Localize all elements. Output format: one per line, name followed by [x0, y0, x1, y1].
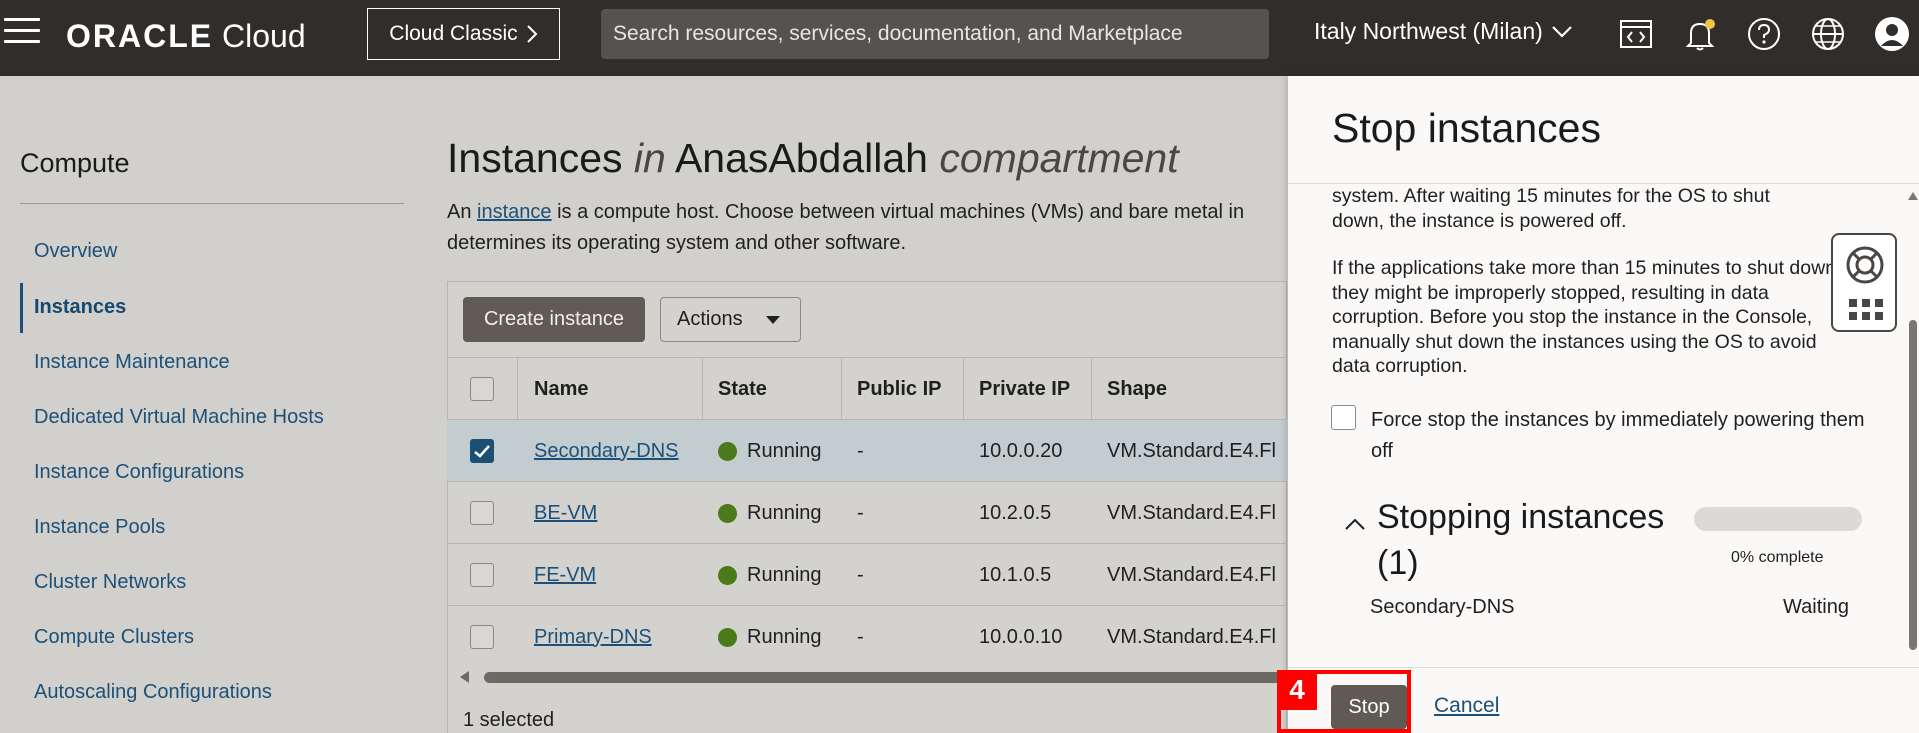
drawer-title: Stop instances	[1332, 105, 1601, 151]
scroll-up-arrow-icon[interactable]	[1908, 192, 1918, 200]
top-bar: ORACLE Cloud Cloud Classic Italy Northwe…	[0, 0, 1919, 76]
table-row[interactable]: Secondary-DNS Running - 10.0.0.20 VM.Sta…	[447, 419, 1287, 481]
actions-label: Actions	[677, 308, 743, 330]
table-row[interactable]: BE-VM Running - 10.2.0.5 VM.Standard.E4.…	[447, 481, 1287, 543]
page-description: An instance is a compute host. Choose be…	[447, 201, 1245, 254]
drawer-vertical-scrollbar[interactable]	[1906, 190, 1919, 660]
region-label: Italy Northwest (Milan)	[1314, 18, 1543, 44]
column-header-name[interactable]: Name	[534, 358, 588, 420]
region-selector[interactable]: Italy Northwest (Milan)	[1314, 18, 1573, 45]
cloud-classic-label: Cloud Classic	[389, 22, 518, 45]
help-icon[interactable]	[1744, 14, 1784, 54]
annotation-step-number: 4	[1277, 670, 1317, 710]
instance-public-ip: -	[857, 563, 864, 586]
drawer-paragraph-2: If the applications take more than 15 mi…	[1332, 257, 1842, 377]
sidebar-item-dedicated-vm-hosts[interactable]: Dedicated Virtual Machine Hosts	[34, 406, 324, 429]
instance-name-link[interactable]: FE-VM	[534, 564, 596, 587]
scroll-left-arrow-icon[interactable]	[460, 671, 469, 683]
running-status-icon	[718, 441, 737, 461]
row-checkbox[interactable]	[470, 501, 494, 525]
selected-count: 1 selected	[463, 709, 555, 731]
instance-private-ip: 10.1.0.5	[979, 563, 1052, 586]
cloud-classic-button[interactable]: Cloud Classic	[367, 8, 560, 60]
select-all-checkbox[interactable]	[470, 377, 494, 401]
stopping-instances-title: Stopping instances (1)	[1377, 498, 1665, 582]
running-status-icon	[718, 565, 737, 585]
sidebar-item-instances[interactable]: Instances	[34, 296, 126, 319]
instance-private-ip: 10.2.0.5	[979, 501, 1052, 524]
progress-bar	[1694, 507, 1862, 531]
collapse-chevron-up-icon[interactable]	[1343, 512, 1367, 536]
column-header-shape[interactable]: Shape	[1107, 358, 1167, 420]
row-checkbox-checked[interactable]	[470, 439, 494, 463]
stopping-instance-status: Waiting	[1783, 596, 1849, 618]
instance-public-ip: -	[857, 625, 864, 648]
instance-private-ip: 10.0.0.10	[979, 625, 1063, 648]
sidebar-item-autoscaling-configurations[interactable]: Autoscaling Configurations	[34, 681, 272, 704]
sidebar-item-instance-configurations[interactable]: Instance Configurations	[34, 461, 244, 484]
scrollbar-thumb[interactable]	[1909, 320, 1917, 650]
instance-name-link[interactable]: BE-VM	[534, 502, 597, 525]
force-stop-label[interactable]: Force stop the instances by immediately …	[1371, 405, 1891, 467]
table-row[interactable]: Primary-DNS Running - 10.0.0.10 VM.Stand…	[447, 605, 1287, 667]
sidebar-title: Compute	[20, 148, 130, 178]
instance-public-ip: -	[857, 501, 864, 524]
sidebar-item-instance-pools[interactable]: Instance Pools	[34, 516, 165, 539]
instance-shape: VM.Standard.E4.Fl	[1107, 439, 1276, 462]
instance-doc-link[interactable]: instance	[477, 201, 552, 223]
hamburger-menu-icon[interactable]	[4, 18, 40, 46]
create-instance-button[interactable]: Create instance	[463, 297, 645, 342]
developer-tools-icon[interactable]	[1616, 14, 1656, 54]
apps-grid-icon	[1849, 299, 1883, 320]
caret-down-icon	[766, 315, 780, 324]
notifications-bell-icon[interactable]	[1680, 14, 1720, 54]
checkmark-icon	[474, 444, 490, 458]
instance-shape: VM.Standard.E4.Fl	[1107, 563, 1276, 586]
column-header-private-ip[interactable]: Private IP	[979, 358, 1070, 420]
sidebar-item-instance-maintenance[interactable]: Instance Maintenance	[34, 351, 230, 374]
column-header-state[interactable]: State	[718, 358, 767, 420]
sidebar-item-compute-clusters[interactable]: Compute Clusters	[34, 626, 194, 649]
instance-name-link[interactable]: Secondary-DNS	[534, 440, 679, 463]
instance-name-link[interactable]: Primary-DNS	[534, 626, 652, 649]
table-header-row: Name State Public IP Private IP Shape	[447, 357, 1287, 420]
instance-state: Running	[747, 563, 822, 586]
instance-shape: VM.Standard.E4.Fl	[1107, 501, 1276, 524]
chevron-right-icon	[526, 25, 538, 43]
page-title: Instances in AnasAbdallah compartment	[447, 135, 1179, 181]
lifebuoy-icon	[1846, 246, 1884, 284]
cancel-link[interactable]: Cancel	[1434, 694, 1499, 718]
oracle-cloud-logo[interactable]: ORACLE Cloud	[66, 18, 306, 55]
instance-state: Running	[747, 439, 822, 462]
instance-state: Running	[747, 501, 822, 524]
search-input[interactable]	[601, 9, 1269, 59]
actions-dropdown[interactable]: Actions	[660, 297, 801, 342]
running-status-icon	[718, 503, 737, 523]
scrollbar-thumb[interactable]	[484, 672, 1287, 683]
row-checkbox[interactable]	[470, 563, 494, 587]
chevron-down-icon	[1552, 25, 1572, 38]
user-profile-icon[interactable]	[1872, 14, 1912, 54]
force-stop-checkbox[interactable]	[1331, 405, 1356, 430]
instance-private-ip: 10.0.0.20	[979, 439, 1063, 462]
instance-shape: VM.Standard.E4.Fl	[1107, 625, 1276, 648]
sidebar-item-cluster-networks[interactable]: Cluster Networks	[34, 571, 186, 594]
table-row[interactable]: FE-VM Running - 10.1.0.5 VM.Standard.E4.…	[447, 543, 1287, 605]
language-globe-icon[interactable]	[1808, 14, 1848, 54]
running-status-icon	[718, 627, 737, 647]
sidebar-item-overview[interactable]: Overview	[34, 240, 117, 263]
active-nav-indicator	[20, 283, 23, 333]
row-checkbox[interactable]	[470, 625, 494, 649]
help-support-widget[interactable]	[1831, 233, 1897, 332]
table-horizontal-scrollbar[interactable]	[460, 671, 1287, 683]
drawer-paragraph-1: system. After waiting 15 minutes for the…	[1332, 185, 1770, 232]
sidebar-divider	[20, 203, 404, 204]
progress-text: 0% complete	[1731, 549, 1824, 566]
column-header-public-ip[interactable]: Public IP	[857, 358, 941, 420]
instance-public-ip: -	[857, 439, 864, 462]
drawer-footer-divider	[1288, 667, 1919, 668]
stopping-instance-name: Secondary-DNS	[1370, 596, 1515, 618]
instance-state: Running	[747, 625, 822, 648]
